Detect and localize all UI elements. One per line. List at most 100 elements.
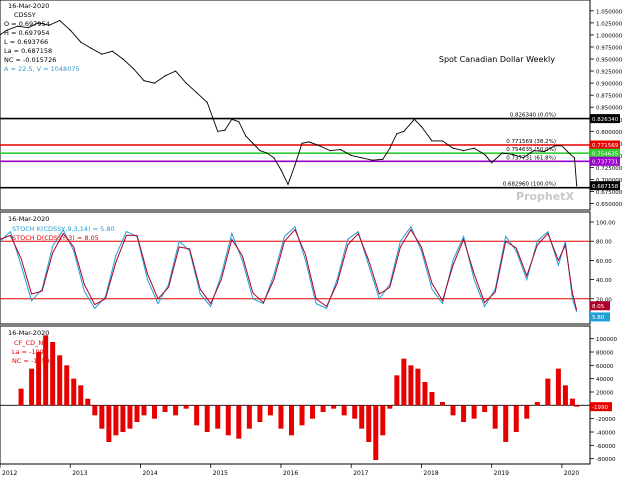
price-point [80,41,82,43]
price-point [287,183,289,185]
price-point [252,142,254,144]
cot-bar [85,398,91,406]
chart-canvas: 0.6500000.6750000.7000000.7250000.750000… [0,0,640,480]
cot-bar [429,392,435,406]
price-point [238,121,240,123]
cot-bar [152,405,158,419]
info-net-change: NC = -0.015726 [4,56,56,64]
price-y-tick-label: 0.650000 [596,202,623,208]
price-point [132,68,135,70]
cot-bar [471,405,477,419]
price-point [501,152,503,154]
cot-bar [373,405,379,460]
price-point [185,82,187,84]
cot-bar [71,378,77,406]
price-point [484,153,486,156]
info-volume: A = 22.5, V = 1048075 [4,65,80,73]
x-tick-label: 2014 [142,470,157,477]
x-tick-label: 2013 [72,470,87,477]
stoch-tag-label: 5.80 [592,315,605,321]
cot-bar [29,368,35,406]
cot-bar [194,405,200,426]
cot-bar [366,405,372,442]
cot-y-tick-label: -40000 [596,431,616,437]
cot-bar [380,405,386,436]
price-point [350,154,352,156]
price-point [413,118,416,120]
cot-bar [183,405,189,409]
cot-bar [64,365,70,406]
x-tick-label: 2015 [213,470,228,477]
cot-symbol: CF_CD_NN [14,339,48,347]
cot-last: La = -1990 [12,348,48,356]
price-point [512,153,514,156]
cot-bar [359,405,365,429]
price-point [273,157,275,159]
cot-y-tick-label: -20000 [596,417,616,423]
price-point [554,145,556,147]
price-point [576,185,578,187]
price-point [462,149,465,152]
price-y-tick-label: 0.925000 [596,70,623,76]
price-point [164,75,166,77]
cot-bar [78,385,84,406]
cot-bar [555,368,561,406]
stoch-y-tick-label: 60.00 [596,259,612,265]
x-tick-label: 2012 [2,470,17,477]
cot-bar [574,405,580,407]
price-point [196,92,198,94]
x-tick-label: 2019 [494,470,509,477]
cot-bar [18,388,24,406]
stoch-date: 16-Mar-2020 [8,215,49,223]
x-tick-label: 2020 [564,470,579,477]
retracement-tag-label: 0.687158 [592,184,619,190]
cot-bar [492,405,498,429]
price-y-tick-label: 0.975000 [596,45,623,51]
x-tick-label: 2016 [283,470,298,477]
price-y-tick-label: 1.000000 [596,33,623,39]
price-point [441,140,444,142]
cot-y-tick-label: -80000 [596,457,616,463]
cot-y-tick-label: -60000 [596,444,616,450]
cot-bar [320,405,326,412]
price-point [111,50,113,52]
cot-bar [162,405,168,412]
cot-bar [331,405,337,409]
retracement-label: 0.682960 (100.0%) [503,182,556,188]
price-point [382,158,384,160]
cot-bar [415,368,421,406]
price-point [143,80,145,82]
cot-bar [225,405,231,436]
price-point [206,101,208,103]
cot-bar [267,405,273,416]
cot-bar [134,405,140,422]
cot-bar [127,405,133,429]
price-point [561,145,563,147]
price-point [543,150,545,153]
info-open: O = 0.697954 [4,20,50,28]
cot-bar [352,405,358,419]
cot-y-tick-label: 40000 [596,377,614,383]
cot-bar [288,405,294,436]
price-point [522,157,524,159]
retracement-label: 0.826340 (0.0%) [510,113,556,119]
price-y-tick-label: 0.950000 [596,58,623,64]
cot-bar [524,405,530,419]
price-point [231,118,233,120]
cot-bar [569,398,575,406]
price-y-tick-label: 1.050000 [596,9,623,15]
retracement-label: 0.737731 (61.8%) [506,155,556,161]
stoch-d-label: STOCH D(CDSSY,3) = 8.05 [12,234,99,242]
cot-bar [450,405,456,416]
cot-bar [482,405,488,412]
cot-bar [341,405,347,416]
price-y-tick-label: 0.675000 [596,190,623,196]
cot-bar [257,405,263,422]
cot-bar [461,405,467,422]
stoch-tag-label: 8.05 [592,304,605,310]
cot-bar [92,405,98,416]
cot-bar [173,405,179,416]
price-point [403,130,405,132]
price-y-tick-label: 0.875000 [596,94,623,100]
cot-bar [113,405,119,436]
